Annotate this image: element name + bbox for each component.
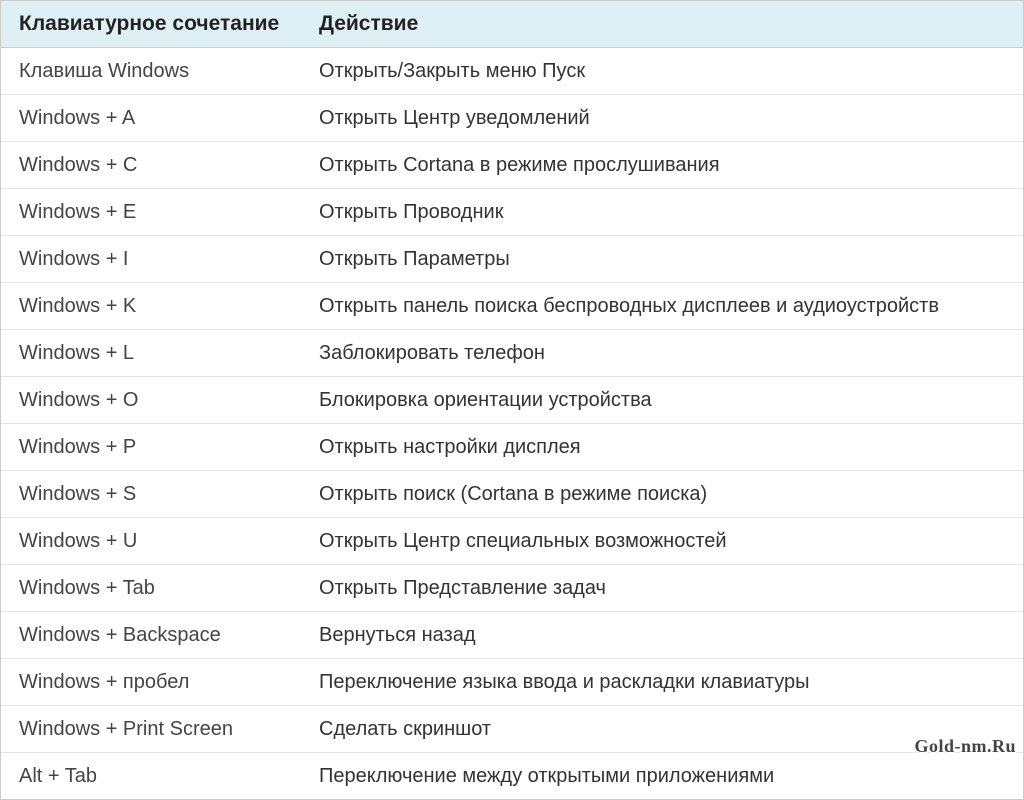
shortcuts-table-wrapper: Клавиатурное сочетание Действие Клавиша … (0, 0, 1024, 800)
table-row: Windows + пробелПереключение языка ввода… (1, 659, 1023, 706)
table-row: Windows + AОткрыть Центр уведомлений (1, 95, 1023, 142)
table-row: Windows + SОткрыть поиск (Cortana в режи… (1, 471, 1023, 518)
header-action: Действие (301, 1, 1023, 48)
table-row: Windows + PОткрыть настройки дисплея (1, 424, 1023, 471)
cell-action: Открыть панель поиска беспроводных диспл… (301, 283, 1023, 330)
table-row: Windows + LЗаблокировать телефон (1, 330, 1023, 377)
cell-shortcut: Alt + Tab (1, 753, 301, 800)
table-row: Alt + TabПереключение между открытыми пр… (1, 753, 1023, 800)
table-row: Windows + UОткрыть Центр специальных воз… (1, 518, 1023, 565)
shortcuts-table: Клавиатурное сочетание Действие Клавиша … (1, 1, 1023, 799)
table-row: Windows + KОткрыть панель поиска беспров… (1, 283, 1023, 330)
cell-shortcut: Windows + U (1, 518, 301, 565)
cell-action: Открыть Представление задач (301, 565, 1023, 612)
table-row: Клавиша WindowsОткрыть/Закрыть меню Пуск (1, 48, 1023, 95)
cell-shortcut: Windows + A (1, 95, 301, 142)
cell-action: Блокировка ориентации устройства (301, 377, 1023, 424)
table-body: Клавиша WindowsОткрыть/Закрыть меню Пуск… (1, 48, 1023, 800)
watermark: Gold-nm.Ru (914, 736, 1016, 757)
table-row: Windows + EОткрыть Проводник (1, 189, 1023, 236)
cell-action: Открыть настройки дисплея (301, 424, 1023, 471)
cell-action: Открыть Центр специальных возможностей (301, 518, 1023, 565)
table-row: Windows + IОткрыть Параметры (1, 236, 1023, 283)
header-shortcut: Клавиатурное сочетание (1, 1, 301, 48)
table-row: Windows + OБлокировка ориентации устройс… (1, 377, 1023, 424)
table-row: Windows + Print ScreenСделать скриншот (1, 706, 1023, 753)
cell-action: Открыть Проводник (301, 189, 1023, 236)
cell-action: Открыть/Закрыть меню Пуск (301, 48, 1023, 95)
cell-shortcut: Windows + Backspace (1, 612, 301, 659)
cell-shortcut: Клавиша Windows (1, 48, 301, 95)
cell-action: Открыть Cortana в режиме прослушивания (301, 142, 1023, 189)
cell-shortcut: Windows + I (1, 236, 301, 283)
cell-shortcut: Windows + C (1, 142, 301, 189)
table-header-row: Клавиатурное сочетание Действие (1, 1, 1023, 48)
table-row: Windows + TabОткрыть Представление задач (1, 565, 1023, 612)
cell-shortcut: Windows + Tab (1, 565, 301, 612)
cell-action: Заблокировать телефон (301, 330, 1023, 377)
cell-action: Переключение языка ввода и раскладки кла… (301, 659, 1023, 706)
cell-action: Открыть поиск (Cortana в режиме поиска) (301, 471, 1023, 518)
cell-action: Открыть Центр уведомлений (301, 95, 1023, 142)
cell-shortcut: Windows + O (1, 377, 301, 424)
cell-shortcut: Windows + L (1, 330, 301, 377)
cell-shortcut: Windows + пробел (1, 659, 301, 706)
cell-shortcut: Windows + S (1, 471, 301, 518)
cell-action: Переключение между открытыми приложениям… (301, 753, 1023, 800)
table-row: Windows + BackspaceВернуться назад (1, 612, 1023, 659)
cell-action: Вернуться назад (301, 612, 1023, 659)
cell-shortcut: Windows + P (1, 424, 301, 471)
cell-action: Открыть Параметры (301, 236, 1023, 283)
cell-shortcut: Windows + Print Screen (1, 706, 301, 753)
cell-shortcut: Windows + E (1, 189, 301, 236)
table-row: Windows + CОткрыть Cortana в режиме прос… (1, 142, 1023, 189)
cell-shortcut: Windows + K (1, 283, 301, 330)
